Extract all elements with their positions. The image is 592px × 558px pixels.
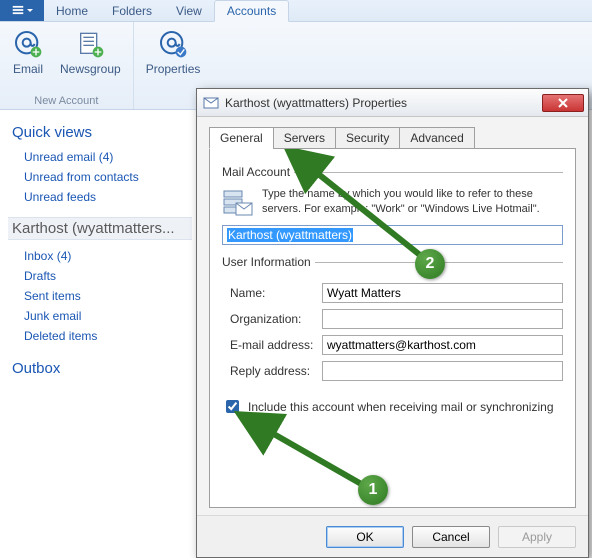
name-input[interactable]	[322, 283, 563, 303]
close-icon	[558, 98, 568, 108]
newsgroup-icon	[74, 28, 106, 60]
sidebar-item-unread-feeds[interactable]: Unread feeds	[12, 187, 188, 207]
quick-views-head[interactable]: Quick views	[12, 124, 188, 141]
chevron-down-icon	[27, 9, 33, 12]
org-input[interactable]	[322, 309, 563, 329]
annotation-arrow-1	[230, 407, 380, 497]
newsgroup-button-label: Newsgroup	[60, 62, 121, 76]
dialog-title: Karthost (wyattmatters) Properties	[225, 96, 542, 110]
cancel-button[interactable]: Cancel	[412, 526, 490, 548]
org-label: Organization:	[222, 312, 322, 326]
sidebar-item-inbox[interactable]: Inbox (4)	[12, 246, 188, 266]
annotation-badge-1: 1	[358, 475, 388, 505]
close-button[interactable]	[542, 94, 584, 112]
sidebar-item-unread-contacts[interactable]: Unread from contacts	[12, 167, 188, 187]
newsgroup-button[interactable]: Newsgroup	[56, 26, 125, 78]
mail-account-fieldset: Mail Account Type the name by which you …	[222, 165, 563, 245]
sidebar-item-deleted[interactable]: Deleted items	[12, 326, 188, 346]
email-button[interactable]: Email	[8, 26, 48, 78]
reply-input[interactable]	[322, 361, 563, 381]
tab-general[interactable]: General	[209, 127, 274, 149]
email-button-label: Email	[13, 62, 43, 76]
dialog-tabs: General Servers Security Advanced	[209, 127, 576, 149]
servers-icon	[222, 187, 254, 219]
sidebar-item-unread-email[interactable]: Unread email (4)	[12, 147, 188, 167]
account-head[interactable]: Karthost (wyattmatters...	[8, 217, 192, 240]
tab-view[interactable]: View	[164, 1, 214, 21]
sidebar: Quick views Unread email (4) Unread from…	[0, 110, 200, 558]
include-account-label: Include this account when receiving mail…	[248, 400, 554, 414]
sidebar-item-sent[interactable]: Sent items	[12, 286, 188, 306]
dialog-icon	[203, 95, 219, 111]
tab-servers[interactable]: Servers	[273, 127, 336, 149]
user-info-fieldset: User Information Name: Organization: E-m…	[222, 255, 563, 387]
ribbon-tabs: Home Folders View Accounts	[0, 0, 592, 22]
group-label-new-account: New Account	[34, 93, 98, 107]
at-check-icon	[157, 28, 189, 60]
account-name-input[interactable]: Karthost (wyattmatters)	[222, 225, 563, 245]
sidebar-item-drafts[interactable]: Drafts	[12, 266, 188, 286]
sidebar-item-junk[interactable]: Junk email	[12, 306, 188, 326]
tab-folders[interactable]: Folders	[100, 1, 164, 21]
reply-label: Reply address:	[222, 364, 322, 378]
properties-button[interactable]: Properties	[142, 26, 205, 78]
email-label: E-mail address:	[222, 338, 322, 352]
app-menu-button[interactable]	[0, 0, 44, 21]
properties-dialog: Karthost (wyattmatters) Properties Gener…	[196, 88, 589, 558]
tab-accounts[interactable]: Accounts	[214, 0, 289, 22]
mail-account-legend: Mail Account	[222, 165, 294, 179]
user-info-legend: User Information	[222, 255, 315, 269]
tab-panel-general: Mail Account Type the name by which you …	[209, 148, 576, 508]
mail-account-desc: Type the name by which you would like to…	[262, 187, 563, 219]
dialog-titlebar: Karthost (wyattmatters) Properties	[197, 89, 588, 117]
tab-advanced[interactable]: Advanced	[399, 127, 474, 149]
at-add-icon	[12, 28, 44, 60]
dialog-buttons: OK Cancel Apply	[197, 515, 588, 557]
properties-button-label: Properties	[146, 62, 201, 76]
outbox-head[interactable]: Outbox	[12, 360, 188, 377]
tab-home[interactable]: Home	[44, 1, 100, 21]
ok-button[interactable]: OK	[326, 526, 404, 548]
email-input[interactable]	[322, 335, 563, 355]
apply-button: Apply	[498, 526, 576, 548]
tab-security[interactable]: Security	[335, 127, 400, 149]
include-account-checkbox[interactable]	[226, 400, 239, 413]
dialog-body: General Servers Security Advanced Mail A…	[197, 117, 588, 515]
ribbon-group-new-account: Email Newsgroup New Account	[0, 22, 134, 109]
name-label: Name:	[222, 286, 322, 300]
